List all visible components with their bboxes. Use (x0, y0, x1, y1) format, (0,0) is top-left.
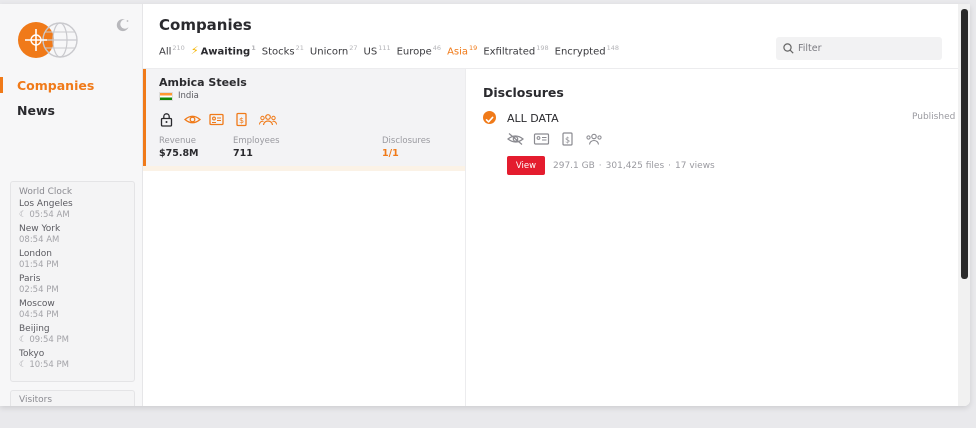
view-button[interactable]: View (507, 156, 545, 175)
disclosures-title: Disclosures (483, 85, 564, 100)
disclosure-files: 301,425 files (605, 161, 665, 171)
tab-asia[interactable]: Asia19 (447, 44, 477, 57)
eye-off-icon (507, 131, 524, 145)
company-icons: $ (159, 112, 284, 127)
disclosures-stat: Disclosures 1/1 (382, 136, 430, 159)
tab-label: All (159, 46, 172, 58)
svg-text:$: $ (239, 116, 244, 125)
lock-icon (159, 112, 174, 127)
india-flag-icon (159, 91, 173, 101)
tab-count: 27 (349, 44, 358, 52)
lightning-icon: ⚡ (190, 44, 199, 58)
clock-city: New York (19, 224, 61, 234)
tab-unicorn[interactable]: Unicorn27 (310, 44, 358, 57)
company-country: India (159, 91, 199, 101)
tab-all[interactable]: All210 (159, 44, 185, 57)
visitors-title: Visitors (19, 395, 53, 405)
sidebar: Companies News World Clock Los Angeles ☾… (0, 4, 143, 406)
disclosure-name: ALL DATA (507, 112, 559, 125)
clock-time: 08:54 AM (19, 235, 60, 245)
tab-label: Stocks (261, 46, 295, 58)
meta-separator: · (668, 161, 672, 171)
tab-count: 111 (378, 44, 391, 52)
clock-city: Paris (19, 274, 41, 284)
clock-time: ☾ 05:54 AM (19, 210, 70, 220)
employees-value: 711 (233, 148, 253, 159)
tab-encrypted[interactable]: Encrypted148 (555, 44, 619, 57)
tab-stocks[interactable]: Stocks21 (262, 44, 304, 57)
disclosure-views: 17 views (675, 161, 715, 171)
document-dollar-icon: $ (559, 131, 576, 146)
tab-count: 1 (251, 44, 256, 52)
company-name: Ambica Steels (159, 76, 247, 89)
disclosure-meta: 297.1 GB · 301,425 files · 17 views (553, 161, 715, 171)
svg-text:$: $ (565, 136, 570, 145)
tab-europe[interactable]: Europe46 (397, 44, 441, 57)
tab-count: 198 (536, 44, 549, 52)
meta-separator: · (598, 161, 602, 171)
tab-label: Asia (447, 46, 469, 58)
company-list: Ambica Steels India $ Revenue $75.8M Emp… (143, 69, 466, 406)
clock-city: London (19, 249, 52, 259)
tab-label: US (363, 46, 378, 58)
clock-time: ☾ 10:54 PM (19, 360, 69, 370)
people-icon (259, 112, 277, 127)
check-circle-icon (483, 111, 496, 124)
tab-label: Exfiltrated (483, 46, 536, 58)
tab-label: Encrypted (554, 46, 606, 58)
tab-label: Europe (396, 46, 432, 58)
card-separator (143, 166, 465, 171)
disclosure-status: Published (912, 112, 956, 122)
tab-count: 46 (432, 44, 442, 52)
world-clock-title: World Clock (19, 187, 73, 197)
id-card-icon (209, 112, 224, 127)
revenue-label: Revenue (159, 136, 197, 146)
world-clock-panel: World Clock Los Angeles ☾ 05:54 AM New Y… (10, 181, 135, 382)
nav-active-indicator (0, 77, 3, 93)
tab-count: 19 (469, 44, 478, 52)
page-title: Companies (159, 16, 252, 34)
id-card-icon (533, 131, 550, 145)
tab-us[interactable]: US111 (364, 44, 391, 57)
employees-label: Employees (233, 136, 280, 146)
document-dollar-icon: $ (234, 112, 249, 127)
disclosures-value: 1/1 (382, 148, 399, 159)
clock-city: Los Angeles (19, 199, 73, 209)
search-icon (783, 39, 794, 58)
filter-box (776, 37, 942, 60)
company-card[interactable]: Ambica Steels India $ Revenue $75.8M Emp… (143, 69, 465, 166)
nav-news[interactable]: News (17, 103, 55, 118)
logo[interactable] (16, 20, 80, 60)
filter-input[interactable] (798, 43, 938, 54)
revenue-stat: Revenue $75.8M (159, 136, 199, 159)
scrollbar-thumb[interactable] (961, 9, 968, 279)
tab-exfiltrated[interactable]: Exfiltrated198 (483, 44, 548, 57)
clock-time: 02:54 PM (19, 285, 59, 295)
country-label: India (178, 91, 199, 101)
employees-stat: Employees 711 (233, 136, 280, 159)
people-icon (585, 131, 602, 145)
visitors-panel: Visitors (10, 390, 135, 406)
revenue-value: $75.8M (159, 148, 199, 159)
nav-companies[interactable]: Companies (17, 78, 94, 93)
tab-label: Awaiting (200, 46, 251, 58)
tab-label: Unicorn (309, 46, 349, 58)
disclosures-label: Disclosures (382, 136, 431, 146)
tab-count: 21 (295, 44, 304, 52)
eye-icon (184, 112, 201, 127)
disclosure-size: 297.1 GB (553, 161, 595, 171)
clock-city: Beijing (19, 324, 50, 334)
tab-awaiting[interactable]: ⚡ Awaiting1 (191, 44, 256, 57)
disclosure-icons: $ (507, 131, 611, 146)
clock-time: ☾ 09:54 PM (19, 335, 69, 345)
tab-count: 210 (172, 44, 185, 52)
clock-city: Tokyo (19, 349, 45, 359)
filter-tabs: All210 ⚡ Awaiting1 Stocks21 Unicorn27 US1… (159, 44, 625, 57)
theme-toggle-icon[interactable] (116, 18, 130, 32)
clock-city: Moscow (19, 299, 55, 309)
tab-count: 148 (606, 44, 620, 52)
app-window: Companies News World Clock Los Angeles ☾… (0, 4, 970, 406)
clock-time: 04:54 PM (19, 310, 59, 320)
clock-time: 01:54 PM (19, 260, 59, 270)
